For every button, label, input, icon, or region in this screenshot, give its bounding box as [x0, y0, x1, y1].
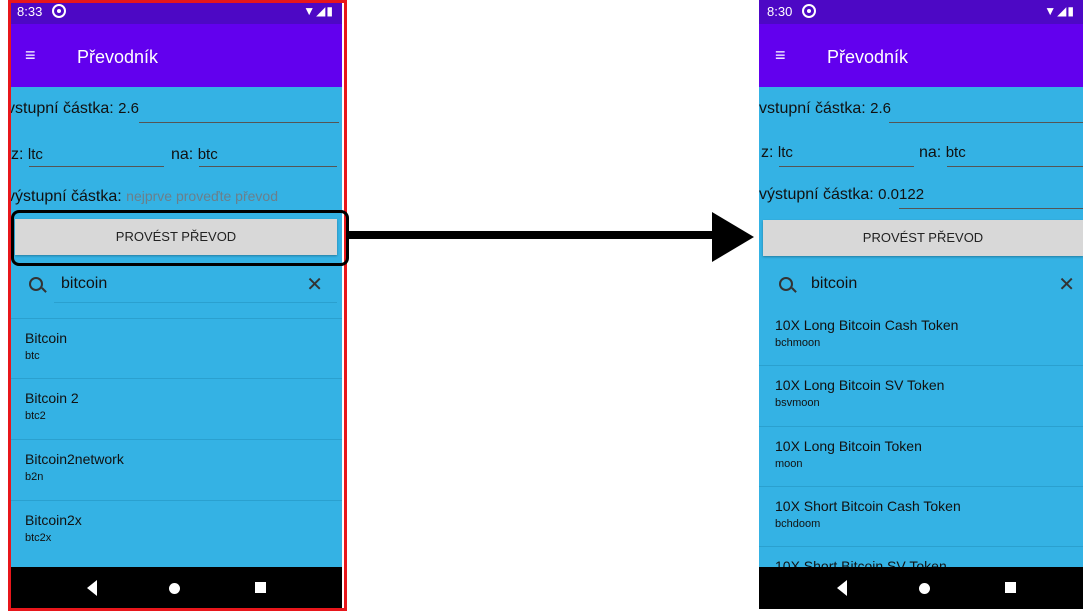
list-item[interactable]: 10X Short Bitcoin Cash Token bchdoom — [759, 486, 1083, 547]
search-input[interactable]: bitcoin — [61, 275, 107, 293]
status-app-icon — [802, 4, 816, 18]
input-amount-label: vstupní částka: — [759, 100, 866, 117]
from-field[interactable]: ltc — [28, 146, 43, 163]
close-icon[interactable]: ✕ — [306, 272, 323, 297]
from-underline — [29, 166, 164, 167]
output-amount-row: výstupní částka: nejprve proveďte převod — [9, 188, 278, 206]
back-icon[interactable] — [837, 580, 847, 596]
item-name: 10X Long Bitcoin Token — [775, 438, 922, 454]
recents-icon[interactable] — [1005, 582, 1016, 593]
app-bar: ≡ Převodník — [759, 24, 1083, 87]
item-name: 10X Long Bitcoin Cash Token — [775, 317, 959, 333]
navigation-bar — [9, 567, 342, 609]
convert-button[interactable]: PROVÉST PŘEVOD — [15, 219, 337, 255]
list-item[interactable]: Bitcoin 2 btc2 — [9, 378, 342, 439]
input-amount-label: vstupní částka: — [9, 100, 114, 117]
status-app-icon — [52, 4, 66, 18]
menu-icon[interactable]: ≡ — [25, 46, 36, 64]
item-symbol: btc2 — [25, 410, 46, 422]
to-row: na: btc — [919, 144, 966, 162]
from-row: z: ltc — [11, 146, 43, 164]
convert-button[interactable]: PROVÉST PŘEVOD — [763, 220, 1083, 256]
item-name: Bitcoin 2 — [25, 390, 79, 406]
back-icon[interactable] — [87, 580, 97, 596]
navigation-bar — [759, 567, 1083, 609]
to-row: na: btc — [171, 146, 218, 164]
input-amount-underline — [889, 122, 1083, 123]
menu-icon[interactable]: ≡ — [775, 46, 786, 64]
output-amount-label: výstupní částka: — [9, 188, 122, 205]
home-icon[interactable] — [169, 583, 180, 594]
left-phone-screen: 8:33 ▼◢▮ ≡ Převodník vstupní částka: 2.6… — [9, 0, 342, 609]
app-title: Převodník — [77, 47, 159, 67]
output-amount-row: výstupní částka: 0.0122 — [759, 186, 924, 204]
to-label: na: — [919, 144, 942, 161]
status-bar: 8:33 ▼◢▮ — [9, 0, 342, 24]
input-amount-underline — [139, 122, 339, 123]
home-icon[interactable] — [919, 583, 930, 594]
to-underline — [947, 166, 1083, 167]
list-item[interactable]: Bitcoin2x btc2x — [9, 500, 342, 561]
input-amount-row: vstupní částka: 2.6 — [9, 100, 139, 118]
to-underline — [199, 166, 337, 167]
status-bar: 8:30 ▼◢▮ — [759, 0, 1083, 24]
item-symbol: bchdoom — [775, 518, 821, 530]
status-time: 8:30 — [767, 4, 793, 19]
search-icon — [29, 277, 43, 291]
item-symbol: bsvmoon — [775, 397, 820, 409]
search-input[interactable]: bitcoin — [811, 275, 857, 293]
list-item[interactable]: 10X Long Bitcoin Cash Token bchmoon — [759, 306, 1083, 366]
item-name: Bitcoin — [25, 330, 68, 346]
item-name: 10X Short Bitcoin Cash Token — [775, 498, 961, 514]
item-symbol: moon — [775, 458, 803, 470]
recents-icon[interactable] — [255, 582, 266, 593]
search-bar[interactable]: bitcoin ✕ — [771, 266, 1083, 306]
input-amount-row: vstupní částka: 2.6 — [759, 100, 891, 118]
item-symbol: btc2x — [25, 532, 52, 544]
item-name: Bitcoin2network — [25, 451, 124, 467]
status-time: 8:33 — [17, 4, 43, 19]
item-symbol: btc — [25, 350, 40, 362]
right-phone-screen: 8:30 ▼◢▮ ≡ Převodník vstupní částka: 2.6… — [759, 0, 1083, 609]
list-item[interactable]: Bitcoin2network b2n — [9, 439, 342, 500]
search-icon — [779, 277, 793, 291]
search-bar[interactable]: bitcoin ✕ — [21, 266, 331, 306]
app-title: Převodník — [827, 47, 909, 67]
input-amount-field[interactable]: 2.6 — [870, 100, 891, 117]
to-field[interactable]: btc — [198, 146, 218, 163]
close-icon[interactable]: ✕ — [1058, 272, 1075, 297]
list-item[interactable]: 10X Long Bitcoin Token moon — [759, 426, 1083, 487]
item-symbol: b2n — [25, 471, 44, 483]
app-bar: ≡ Převodník — [9, 24, 342, 87]
output-amount-placeholder: nejprve proveďte převod — [126, 188, 278, 204]
to-field[interactable]: btc — [946, 144, 966, 161]
signal-battery-icon: ▼◢▮ — [303, 4, 334, 18]
transition-arrow-head — [712, 212, 754, 262]
list-item[interactable]: 10X Long Bitcoin SV Token bsvmoon — [759, 365, 1083, 426]
search-underline — [54, 302, 337, 303]
to-label: na: — [171, 146, 194, 163]
item-name: Bitcoin2x — [25, 512, 82, 528]
from-label: z: — [761, 144, 774, 161]
list-item[interactable]: Bitcoin btc — [9, 318, 342, 379]
output-amount-underline — [899, 208, 1083, 209]
input-amount-field[interactable]: 2.6 — [118, 100, 139, 117]
from-underline — [779, 166, 914, 167]
transition-arrow-line — [347, 231, 712, 239]
from-row: z: ltc — [761, 144, 793, 162]
item-symbol: bchmoon — [775, 337, 821, 349]
output-amount-value: 0.0122 — [878, 186, 925, 203]
signal-battery-icon: ▼◢▮ — [1044, 4, 1075, 18]
item-name: 10X Long Bitcoin SV Token — [775, 377, 945, 393]
from-field[interactable]: ltc — [778, 144, 793, 161]
output-amount-label: výstupní částka: — [759, 186, 874, 203]
from-label: z: — [11, 146, 24, 163]
